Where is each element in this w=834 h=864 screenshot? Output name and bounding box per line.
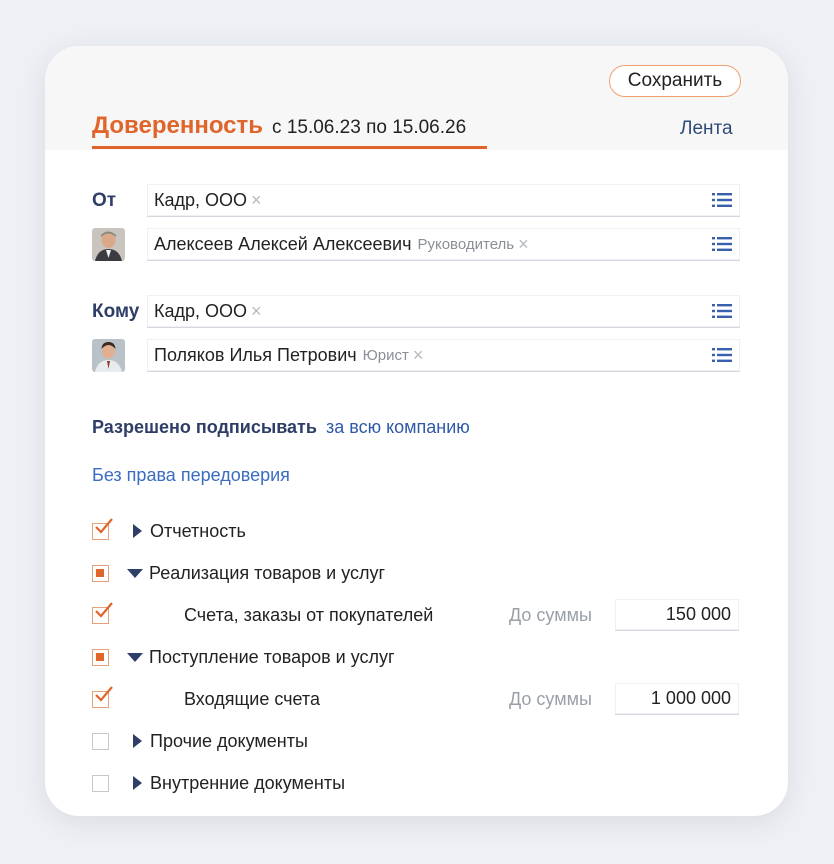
to-org-field[interactable]: Кадр, ООО ×: [147, 295, 740, 328]
close-icon[interactable]: ×: [413, 346, 424, 364]
checkbox[interactable]: [92, 564, 109, 582]
checkbox[interactable]: [92, 685, 113, 708]
sum-label: До суммы: [509, 604, 592, 625]
title-row: Доверенность с 15.06.23 по 15.06.26: [92, 112, 466, 140]
no-redelegation-link[interactable]: Без права передоверия: [92, 465, 290, 486]
allowed-scope-link[interactable]: за всю компанию: [326, 417, 470, 437]
list-icon[interactable]: [712, 237, 732, 251]
from-person-chip: Алексеев Алексей Алексеевич: [154, 233, 412, 254]
triangle-right-icon[interactable]: [133, 734, 142, 748]
from-person-field[interactable]: Алексеев Алексей Алексеевич Руководитель…: [147, 228, 740, 261]
page-title: Доверенность: [92, 112, 264, 139]
list-icon[interactable]: [712, 348, 732, 362]
tree-item-label: Счета, заказы от покупателей: [184, 604, 434, 625]
list-icon[interactable]: [712, 304, 732, 318]
title-underline: [92, 146, 487, 149]
checkmark-icon: [95, 517, 113, 534]
close-icon[interactable]: ×: [251, 191, 262, 209]
from-person-role: Руководитель: [417, 235, 515, 253]
avatar: [92, 339, 125, 372]
checkbox[interactable]: [92, 517, 113, 540]
feed-link[interactable]: Лента: [680, 118, 733, 140]
tree-item-label: Отчетность: [150, 520, 246, 541]
avatar: [92, 228, 125, 261]
tree-item-reports[interactable]: Отчетность: [92, 517, 742, 544]
tree-item-internal-docs[interactable]: Внутренние документы: [92, 770, 742, 796]
from-org-chip: Кадр, ООО: [154, 189, 248, 210]
tree-item-label: Внутренние документы: [150, 772, 346, 793]
triangle-down-icon[interactable]: [127, 568, 143, 578]
from-label: От: [92, 190, 117, 211]
close-icon[interactable]: ×: [251, 302, 262, 320]
to-person-role: Юрист: [362, 346, 409, 364]
triangle-right-icon[interactable]: [133, 524, 142, 538]
checkbox[interactable]: [92, 601, 113, 624]
to-person-field[interactable]: Поляков Илья Петрович Юрист ×: [147, 339, 740, 372]
to-person-chip: Поляков Илья Петрович: [154, 344, 357, 365]
to-org-chip: Кадр, ООО: [154, 300, 248, 321]
tree-item-label: Входящие счета: [184, 688, 320, 709]
save-button[interactable]: Сохранить: [609, 65, 741, 97]
allowed-scope-row: Разрешено подписывать за всю компанию: [92, 417, 470, 438]
sum-input[interactable]: 150 000: [615, 599, 739, 631]
tree-item-label: Прочие документы: [150, 730, 308, 751]
checkbox[interactable]: [92, 648, 109, 666]
checkmark-icon: [95, 601, 113, 618]
tree-item-other-docs[interactable]: Прочие документы: [92, 728, 742, 754]
tree-item-sales[interactable]: Реализация товаров и услуг: [92, 560, 742, 586]
close-icon[interactable]: ×: [518, 235, 529, 253]
triangle-down-icon[interactable]: [127, 652, 143, 662]
tree-item-label: Реализация товаров и услуг: [149, 562, 386, 583]
validity-period[interactable]: с 15.06.23 по 15.06.26: [272, 117, 466, 139]
to-label: Кому: [92, 301, 140, 322]
tree-item-purchases[interactable]: Поступление товаров и услуг: [92, 644, 742, 670]
tree-item-label: Поступление товаров и услуг: [149, 646, 395, 667]
checkmark-icon: [95, 685, 113, 702]
sum-input[interactable]: 1 000 000: [615, 683, 739, 715]
list-icon[interactable]: [712, 193, 732, 207]
checkbox[interactable]: [92, 774, 109, 792]
allowed-label: Разрешено подписывать: [92, 417, 317, 437]
sum-label: До суммы: [509, 688, 592, 709]
power-of-attorney-card: Сохранить Доверенность с 15.06.23 по 15.…: [45, 46, 788, 816]
from-org-field[interactable]: Кадр, ООО ×: [147, 184, 740, 217]
triangle-right-icon[interactable]: [133, 776, 142, 790]
checkbox[interactable]: [92, 732, 109, 750]
